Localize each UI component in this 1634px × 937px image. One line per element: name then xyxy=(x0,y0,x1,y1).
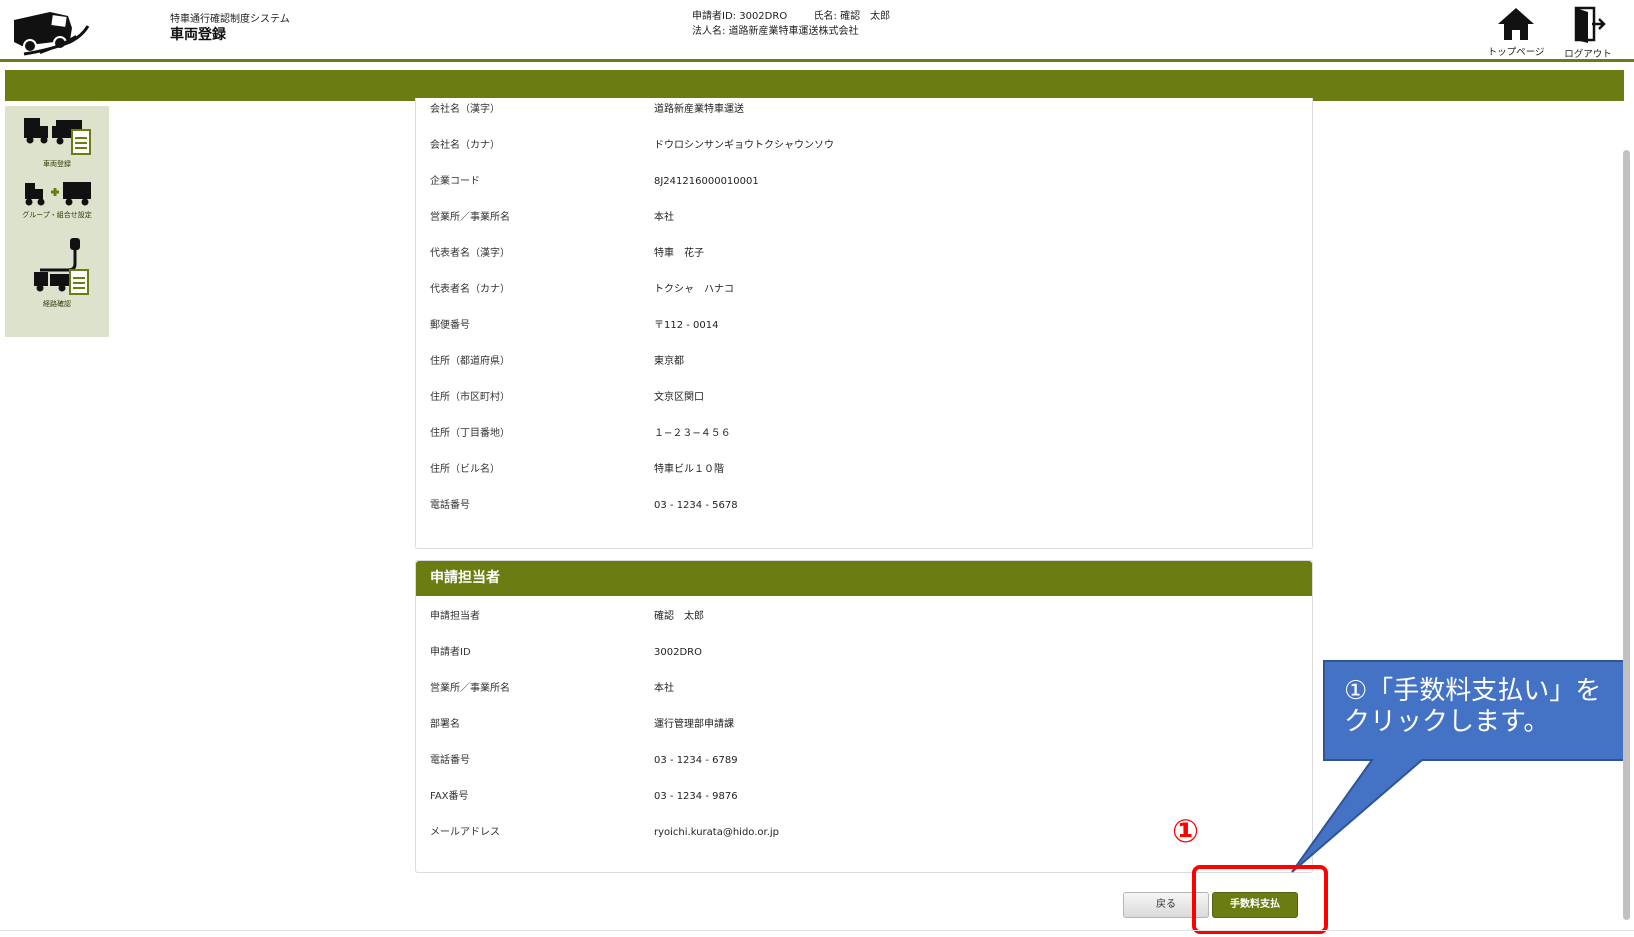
row-value: 本社 xyxy=(654,683,674,694)
top-page-button[interactable]: トップページ xyxy=(1484,6,1548,60)
applicant-id-value: 3002DRO xyxy=(739,11,788,22)
scrollbar-thumb[interactable] xyxy=(1623,150,1630,920)
row-value: 確認 太郎 xyxy=(654,611,704,622)
row-value: 特車ビル１０階 xyxy=(654,464,724,475)
row-key: 企業コード xyxy=(430,176,480,187)
row-value: 8J241216000010001 xyxy=(654,176,759,187)
row-value: 文京区関口 xyxy=(654,392,704,403)
row-key: 申請者ID xyxy=(430,647,471,658)
corp-value: 道路新産業特車運送株式会社 xyxy=(728,26,859,37)
route-check-icon xyxy=(34,238,89,295)
row-key: 住所（ビル名） xyxy=(430,464,500,475)
table-row: 代表者名（漢字） 特車 花子 xyxy=(430,244,1290,264)
table-row: 営業所／事業所名 本社 xyxy=(430,679,1290,699)
row-value: 東京都 xyxy=(654,356,684,367)
table-row: 営業所／事業所名 本社 xyxy=(430,208,1290,228)
row-key: 申請担当者 xyxy=(430,611,480,622)
table-row: メールアドレス ryoichi.kurata@hido.or.jp xyxy=(430,823,1290,843)
truck-document-icon xyxy=(24,118,91,155)
row-key: 電話番号 xyxy=(430,755,470,766)
row-value: 03 - 1234 - 5678 xyxy=(654,500,738,511)
page-bottom-divider xyxy=(0,930,1634,931)
row-key: 電話番号 xyxy=(430,500,470,511)
table-row: 部署名 運行管理部申請課 xyxy=(430,715,1290,735)
table-row: 代表者名（カナ） トクシャ ハナコ xyxy=(430,280,1290,300)
row-key: 代表者名（カナ） xyxy=(430,284,510,295)
table-row: 住所（丁目番地） １−２３−４５６ xyxy=(430,424,1290,444)
logout-button[interactable]: ログアウト xyxy=(1556,6,1620,60)
truck-logo-icon[interactable] xyxy=(10,6,90,58)
row-key: 会社名（カナ） xyxy=(430,140,500,151)
row-value: １−２３−４５６ xyxy=(654,428,731,439)
table-row: 住所（都道府県） 東京都 xyxy=(430,352,1290,372)
row-value: 〒112 - 0014 xyxy=(654,320,719,331)
row-value: 道路新産業特車運送 xyxy=(654,104,744,115)
row-value: 本社 xyxy=(654,212,674,223)
table-row: 企業コード 8J241216000010001 xyxy=(430,172,1290,192)
callout-line-1: ①「手数料支払い」を xyxy=(1344,676,1602,706)
name-label: 氏名: xyxy=(813,11,837,22)
sidebar-item-label: グループ・組合せ設定 xyxy=(22,211,92,219)
table-row: 郵便番号 〒112 - 0014 xyxy=(430,316,1290,336)
row-key: 住所（丁目番地） xyxy=(430,428,510,439)
truck-combination-icon xyxy=(25,182,91,206)
callout-line-2: クリックします。 xyxy=(1344,707,1550,737)
step-number: ① xyxy=(1172,812,1200,850)
page-title: 車両登録 xyxy=(170,27,226,43)
applicant-id-label: 申請者ID: xyxy=(692,11,737,22)
row-key: 住所（市区町村） xyxy=(430,392,510,403)
row-key: 住所（都道府県） xyxy=(430,356,510,367)
row-key: 営業所／事業所名 xyxy=(430,212,510,223)
logout-door-icon xyxy=(1574,6,1606,43)
title-bar xyxy=(5,70,1624,101)
table-row: FAX番号 03 - 1234 - 9876 xyxy=(430,787,1290,807)
table-row: 申請者ID 3002DRO xyxy=(430,643,1290,663)
row-value: 3002DRO xyxy=(654,647,702,658)
company-info-panel: 会社名（漢字） 道路新産業特車運送 会社名（カナ） ドウロシンサンギョウトクシャウン… xyxy=(415,98,1313,549)
row-value: 特車 花子 xyxy=(654,248,704,259)
table-row: 住所（市区町村） 文京区関口 xyxy=(430,388,1290,408)
row-value: 03 - 1234 - 6789 xyxy=(654,755,738,766)
row-key: 代表者名（漢字） xyxy=(430,248,510,259)
sidebar-item-vehicle-registration[interactable]: 車両登録 xyxy=(5,114,109,169)
row-key: 郵便番号 xyxy=(430,320,470,331)
row-key: メールアドレス xyxy=(430,827,500,838)
corp-label: 法人名: xyxy=(692,26,726,37)
sidebar-item-label: 車両登録 xyxy=(43,160,71,168)
user-info: 申請者ID: 3002DRO 氏名: 確認 太郎 法人名: 道路新産業特車運送株… xyxy=(692,9,890,39)
callout-text: ①「手数料支払い」を クリックします。 xyxy=(1344,676,1614,738)
applicant-panel-title: 申請担当者 xyxy=(416,561,1312,596)
row-value: 03 - 1234 - 9876 xyxy=(654,791,738,802)
name-value: 確認 太郎 xyxy=(840,11,891,22)
system-name: 特車通行確認制度システム xyxy=(170,14,290,25)
row-key: FAX番号 xyxy=(430,791,469,802)
table-row: 電話番号 03 - 1234 - 6789 xyxy=(430,751,1290,771)
app-header: 特車通行確認制度システム 車両登録 申請者ID: 3002DRO 氏名: 確認 … xyxy=(0,0,1634,62)
table-row: 電話番号 03 - 1234 - 5678 xyxy=(430,496,1290,516)
row-value: ドウロシンサンギョウトクシャウンソウ xyxy=(654,140,834,151)
row-key: 会社名（漢字） xyxy=(430,104,500,115)
sidebar-item-label: 経路確認 xyxy=(43,300,71,308)
top-page-label: トップページ xyxy=(1487,47,1545,58)
sidebar: 車両登録 グループ・組合せ設定 経路確認 xyxy=(5,106,109,337)
sidebar-item-group-settings[interactable]: グループ・組合せ設定 xyxy=(5,179,109,220)
row-value: 運行管理部申請課 xyxy=(654,719,734,730)
row-key: 営業所／事業所名 xyxy=(430,683,510,694)
highlight-box xyxy=(1192,865,1328,934)
row-value: ryoichi.kurata@hido.or.jp xyxy=(654,827,780,838)
table-row: 住所（ビル名） 特車ビル１０階 xyxy=(430,460,1290,480)
table-row: 会社名（カナ） ドウロシンサンギョウトクシャウンソウ xyxy=(430,136,1290,156)
table-row: 申請担当者 確認 太郎 xyxy=(430,607,1290,627)
home-icon xyxy=(1498,8,1534,40)
row-value: トクシャ ハナコ xyxy=(654,284,734,295)
logout-label: ログアウト xyxy=(1564,49,1612,60)
row-key: 部署名 xyxy=(430,719,460,730)
table-row: 会社名（漢字） 道路新産業特車運送 xyxy=(430,100,1290,120)
sidebar-item-route-check[interactable]: 経路確認 xyxy=(5,234,109,309)
